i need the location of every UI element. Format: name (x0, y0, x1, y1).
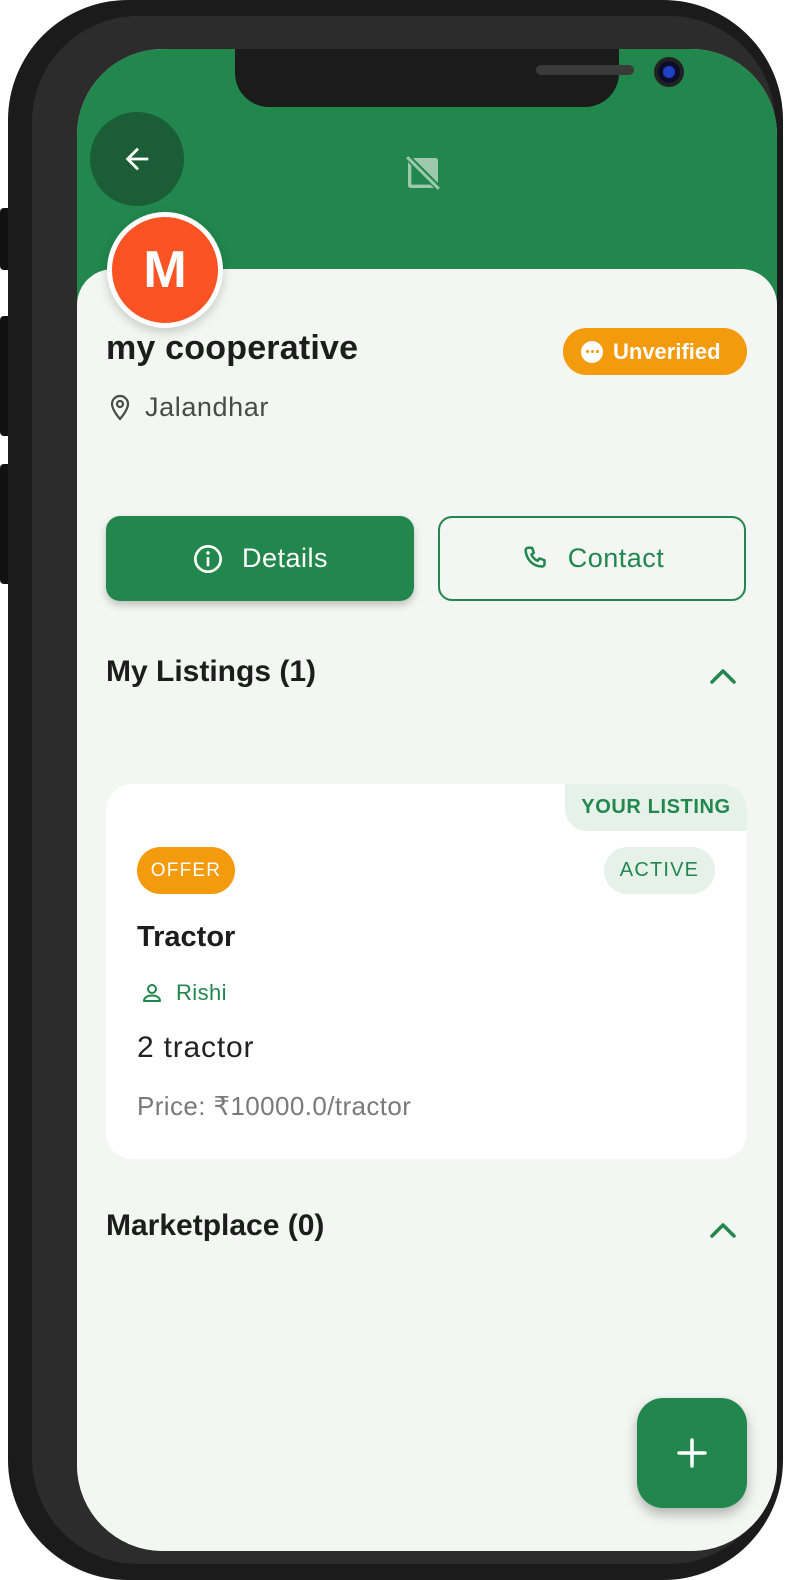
app-screen: M my cooperative Unverified Jalandhar De… (77, 49, 777, 1551)
location-pin-icon (110, 394, 130, 421)
phone-icon (524, 546, 546, 568)
my-listings-title: My Listings (1) (106, 655, 317, 688)
image-not-supported-icon (406, 156, 440, 190)
contact-button-label: Contact (567, 543, 665, 573)
seller: Rishi (140, 980, 227, 1006)
listing-quantity: 2 tractor (137, 1031, 255, 1064)
info-icon (193, 544, 222, 573)
back-button[interactable] (90, 112, 184, 206)
seller-name: Rishi (176, 980, 227, 1005)
offer-chip: OFFER (137, 847, 235, 894)
your-listing-tag: YOUR LISTING (565, 784, 747, 831)
plus-icon (677, 1438, 707, 1468)
contact-button[interactable]: Contact (438, 516, 746, 601)
phone-rim: M my cooperative Unverified Jalandhar De… (32, 16, 777, 1564)
phone-frame: M my cooperative Unverified Jalandhar De… (8, 0, 783, 1580)
listing-price: Price: ₹10000.0/tractor (137, 1091, 412, 1121)
listing-title: Tractor (137, 921, 236, 953)
status-badge: Unverified (563, 328, 747, 375)
chevron-up-icon[interactable] (709, 1220, 737, 1240)
location: Jalandhar (109, 392, 269, 423)
cooperative-name: my cooperative (106, 329, 359, 367)
avatar: M (107, 212, 223, 328)
details-button[interactable]: Details (106, 516, 414, 601)
listing-card[interactable]: YOUR LISTING OFFER ACTIVE Tractor Rishi … (106, 784, 747, 1159)
front-camera (654, 57, 684, 87)
marketplace-title: Marketplace (0) (106, 1209, 325, 1242)
status-badge-label: Unverified (613, 338, 721, 364)
active-chip: ACTIVE (604, 847, 715, 894)
person-icon (143, 984, 161, 1002)
chevron-up-icon[interactable] (709, 666, 737, 686)
speaker-grille (536, 65, 634, 75)
add-listing-button[interactable] (637, 1398, 747, 1508)
phone-notch (235, 49, 684, 107)
more-dots-icon (581, 340, 603, 363)
arrow-left-icon (125, 147, 149, 171)
details-button-label: Details (241, 543, 329, 573)
location-label: Jalandhar (145, 392, 269, 422)
